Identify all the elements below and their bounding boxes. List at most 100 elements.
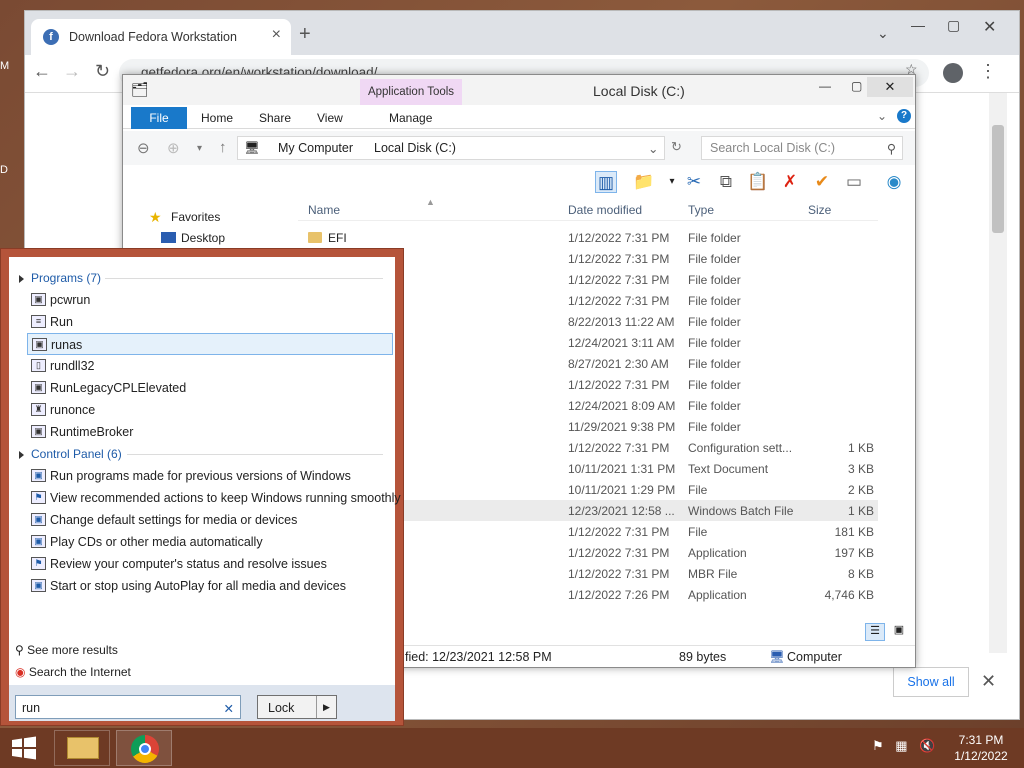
control-panel-result[interactable]: ⚑ Review your computer's status and resol… — [27, 553, 393, 575]
chevron-right-icon[interactable]: ▶ — [316, 696, 336, 718]
program-label: RuntimeBroker — [50, 425, 134, 439]
profile-avatar[interactable] — [943, 63, 963, 83]
file-list-scrollbar[interactable] — [899, 199, 915, 643]
see-more-results-link[interactable]: ⚲ See more results — [15, 643, 118, 657]
control-panel-icon: ▣ — [31, 535, 46, 548]
search-internet-link[interactable]: ◉ Search the Internet — [15, 665, 131, 679]
chevron-down-icon[interactable]: ▾ — [661, 171, 683, 193]
file-type: File folder — [688, 315, 741, 329]
control-panel-result[interactable]: ⚑ View recommended actions to keep Window… — [27, 487, 401, 509]
menu-kebab-icon[interactable]: ⋮ — [979, 61, 997, 82]
address-bar[interactable]: 🖥 My Computer Local Disk (C:) ⌄ — [237, 136, 665, 160]
command-toolbar: ▥ 📁 ▾ ✂ ⧉ 📋 ✗ ✔ ▭ ◉ — [123, 165, 915, 197]
control-panel-result[interactable]: ▣ Change default settings for media or de… — [27, 509, 393, 531]
maximize-button[interactable]: ▢ — [947, 17, 960, 34]
back-icon[interactable]: ← — [33, 61, 51, 82]
minimize-button[interactable]: — — [819, 79, 831, 93]
back-icon[interactable]: ⊖ — [137, 139, 150, 157]
close-window-button[interactable]: ✕ — [983, 17, 996, 37]
chevron-down-icon[interactable]: ⌄ — [648, 141, 658, 156]
new-tab-button[interactable]: + — [299, 23, 311, 46]
tab-share[interactable]: Share — [259, 111, 291, 125]
control-panel-result[interactable]: ▣ Start or stop using AutoPlay for all me… — [27, 575, 393, 597]
file-row[interactable]: EFI 1/12/2022 7:31 PM File folder — [298, 227, 878, 248]
nav-item-favorites[interactable]: Favorites — [171, 210, 220, 224]
file-date: 1/12/2022 7:31 PM — [568, 441, 670, 455]
new-folder-icon[interactable]: 📁 — [633, 171, 655, 193]
scrollbar-thumb[interactable] — [992, 125, 1004, 233]
control-panel-result[interactable]: ▣ Play CDs or other media automatically — [27, 531, 393, 553]
column-type[interactable]: Type — [688, 203, 714, 217]
taskbar-explorer-button[interactable] — [54, 730, 110, 766]
program-label: RunLegacyCPLElevated — [50, 381, 187, 395]
windows-start-icon[interactable] — [10, 736, 38, 760]
large-icons-view-icon[interactable]: ▣ — [889, 623, 909, 641]
download-bar-close-icon[interactable]: ✕ — [981, 671, 996, 692]
speaker-muted-icon[interactable]: 🔇 — [919, 738, 935, 753]
column-name[interactable]: Name — [308, 203, 340, 217]
taskbar-chrome-button[interactable] — [116, 730, 172, 766]
recent-locations-icon[interactable]: ▾ — [197, 143, 202, 154]
copy-icon[interactable]: ⧉ — [715, 171, 737, 193]
file-date: 1/12/2022 7:31 PM — [568, 525, 670, 539]
preview-pane-icon[interactable]: ▥ — [595, 171, 617, 193]
group-programs[interactable]: Programs (7) — [19, 271, 101, 285]
forward-icon[interactable]: ⊕ — [167, 139, 180, 157]
cut-icon[interactable]: ✂ — [683, 171, 705, 193]
breadcrumb-item[interactable]: My Computer — [278, 141, 353, 155]
tab-home[interactable]: Home — [201, 111, 233, 125]
search-internet-label: Search the Internet — [28, 665, 131, 679]
column-date[interactable]: Date modified — [568, 203, 642, 217]
program-result[interactable]: ▣ RuntimeBroker — [27, 421, 393, 443]
checkmark-icon[interactable]: ✔ — [811, 171, 833, 193]
delete-icon[interactable]: ✗ — [779, 171, 801, 193]
file-type: File folder — [688, 420, 741, 434]
tab-file[interactable]: File — [131, 107, 187, 129]
close-icon[interactable]: × — [272, 26, 281, 44]
program-result[interactable]: ▯ rundll32 — [27, 355, 393, 377]
program-icon: ▣ — [31, 425, 46, 438]
program-result[interactable]: ♜ runonce — [27, 399, 393, 421]
qat-icon[interactable]: 🗂 — [131, 81, 149, 98]
paste-icon[interactable]: 📋 — [747, 171, 769, 193]
minimize-button[interactable]: — — [911, 17, 925, 33]
ribbon-expand-icon[interactable]: ⌄ — [877, 109, 887, 123]
rename-icon[interactable]: ▭ — [843, 171, 865, 193]
system-tray: ⚑ ▦ 🔇 — [872, 738, 935, 754]
program-icon: ▣ — [31, 381, 46, 394]
control-panel-result[interactable]: ▣ Run programs made for previous versions… — [27, 465, 393, 487]
column-size[interactable]: Size — [808, 203, 831, 217]
tab-view[interactable]: View — [317, 111, 343, 125]
forward-icon[interactable]: → — [63, 61, 81, 82]
chrome-tab[interactable]: f Download Fedora Workstation × — [31, 19, 291, 55]
clock[interactable]: 7:31 PM 1/12/2022 — [948, 732, 1014, 764]
group-control-panel[interactable]: Control Panel (6) — [19, 447, 122, 461]
program-result[interactable]: ▣ pcwrun — [27, 289, 393, 311]
lock-button[interactable]: Lock ▶ — [257, 695, 337, 719]
program-result[interactable]: ▣ RunLegacyCPLElevated — [27, 377, 393, 399]
tab-search-icon[interactable]: ⌄ — [877, 25, 889, 42]
close-window-button[interactable]: ✕ — [867, 77, 913, 97]
reload-icon[interactable]: ↻ — [95, 61, 110, 82]
up-icon[interactable]: ↑ — [219, 139, 227, 156]
help-icon[interactable]: ? — [897, 109, 911, 123]
control-panel-label: View recommended actions to keep Windows… — [50, 491, 401, 505]
flag-icon[interactable]: ⚑ — [872, 738, 884, 753]
details-view-icon[interactable]: ☰ — [865, 623, 885, 641]
network-icon[interactable]: ▦ — [895, 738, 907, 753]
breadcrumb-item[interactable]: Local Disk (C:) — [374, 141, 456, 155]
status-location: Computer — [787, 650, 842, 664]
nav-item-desktop[interactable]: Desktop — [181, 231, 225, 245]
clear-icon[interactable]: ✕ — [224, 701, 234, 716]
program-result[interactable]: ≡ Run — [27, 311, 393, 333]
file-date: 10/11/2021 1:31 PM — [568, 462, 676, 476]
refresh-icon[interactable]: ↻ — [671, 139, 682, 155]
program-result[interactable]: ▣ runas — [27, 333, 393, 355]
maximize-button[interactable]: ▢ — [851, 79, 862, 93]
folder-icon — [67, 737, 99, 759]
show-all-downloads-button[interactable]: Show all — [893, 667, 969, 697]
search-input[interactable]: Search Local Disk (C:) ⚲ — [701, 136, 903, 160]
globe-icon[interactable]: ◉ — [883, 171, 905, 193]
tab-manage[interactable]: Manage — [389, 111, 432, 125]
search-input[interactable]: run ✕ — [15, 695, 241, 719]
